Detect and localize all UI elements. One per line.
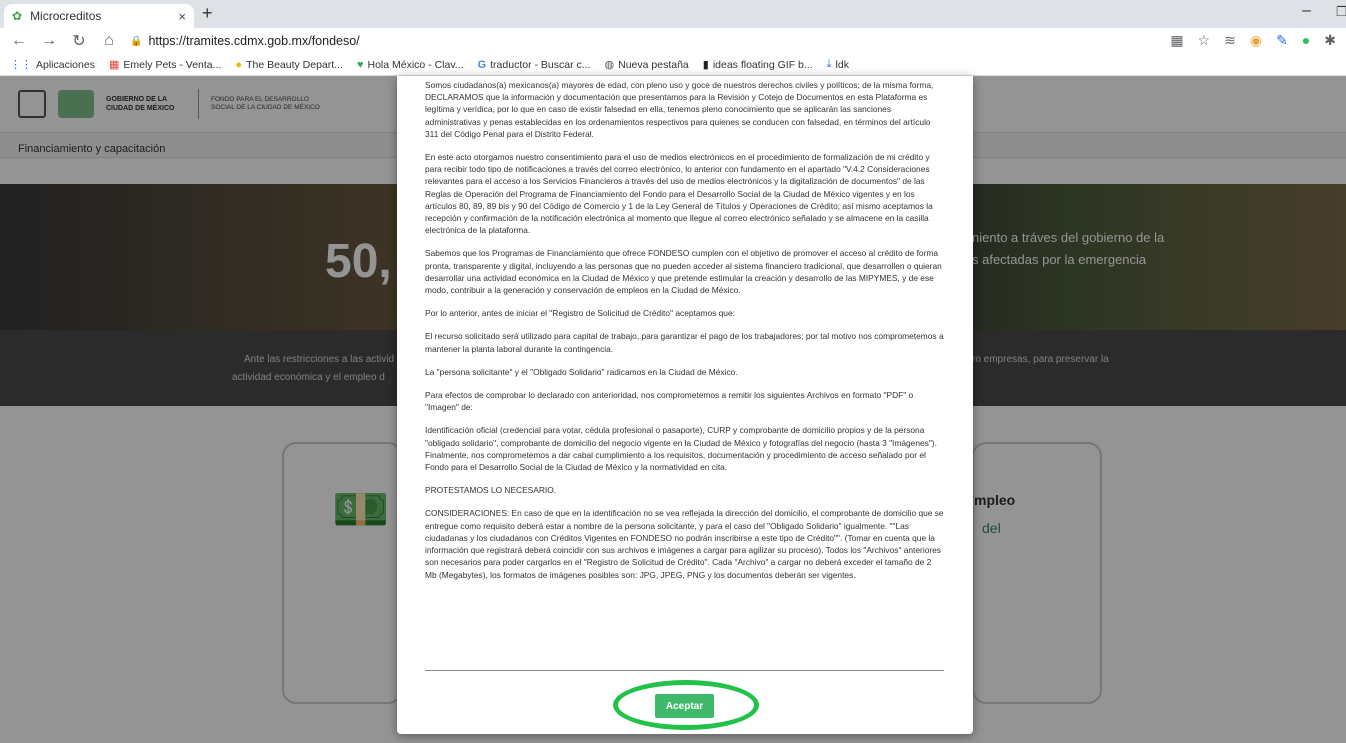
forward-icon[interactable]: → [38,32,60,50]
pen-icon[interactable]: ✎ [1276,32,1288,49]
window-minimize-button[interactable]: – [1302,2,1311,20]
qr-icon[interactable]: ▦ [1170,32,1183,49]
new-tab-button[interactable]: + [202,3,213,24]
terms-paragraph: CONSIDERACIONES: En caso de que en la id… [425,508,944,580]
store-icon: ▦ [108,59,120,71]
terms-paragraph: Identificación oficial (credencial para … [425,425,937,473]
terms-paragraph: Sabemos que los Programas de Financiamie… [425,248,942,296]
star-icon[interactable]: ☆ [1198,32,1211,49]
bookmark-beauty-depart[interactable]: ● The Beauty Depart... [235,59,343,71]
terms-paragraph: PROTESTAMOS LO NECESARIO. [425,485,557,496]
url-text: https://tramites.cdmx.gob.mx/fondeso/ [148,34,360,48]
reload-icon[interactable]: ↻ [68,31,90,51]
heart-icon: ♥ [356,58,364,71]
site-favicon-icon: ✿ [12,9,23,23]
terms-paragraph: Para efectos de comprobar lo declarado c… [425,390,914,413]
bookmark-apps[interactable]: ⋮⋮ Aplicaciones [10,58,95,72]
bookmarks-bar: ⋮⋮ Aplicaciones ▦ Emely Pets - Venta... ● T… [0,54,1346,76]
terms-paragraph: La "persona solicitante" y el "Obligado … [425,366,738,377]
terms-paragraph: El recurso solicitado será utilizado par… [425,331,944,354]
eye-icon[interactable]: ◉ [1250,32,1262,49]
download-icon: ⤓ [826,58,832,70]
url-field[interactable]: 🔒 https://tramites.cdmx.gob.mx/fondeso/ [130,34,360,48]
highlight-circle [613,680,759,730]
bookmark-traductor[interactable]: Gtraductor - Buscar c... [478,59,591,71]
lock-icon: 🔒 [130,35,143,47]
layers-icon[interactable]: ≋ [1224,32,1236,49]
tab-title: Microcreditos [30,9,102,23]
file-icon: ▮ [702,59,709,71]
terms-paragraph: Somos ciudadanos(a) mexicanos(a) mayores… [425,80,934,139]
address-bar: ← → ↻ ⌂ 🔒 https://tramites.cdmx.gob.mx/f… [0,28,1346,54]
home-icon[interactable]: ⌂ [98,32,120,50]
circle-icon: ● [235,58,243,71]
back-icon[interactable]: ← [8,32,30,50]
apps-icon: ⋮⋮ [10,59,32,71]
extension-icons: ▦ ☆ ≋ ◉ ✎ ● ✱ [1170,32,1336,49]
terms-modal: Somos ciudadanos(a) mexicanos(a) mayores… [397,76,973,734]
globe-icon: ◍ [604,59,615,71]
browser-tab[interactable]: ✿ Microcreditos × [4,4,194,28]
browser-tabbar: ✿ Microcreditos × + – ❐ [0,0,1346,28]
bookmark-ideas-gif[interactable]: ▮ ideas floating GIF b... [702,58,813,72]
bookmark-emely-pets[interactable]: ▦ Emely Pets - Venta... [108,58,221,72]
terms-paragraph: En este acto otorgamos nuestro consentim… [425,152,933,236]
tab-close-icon[interactable]: × [178,9,186,24]
google-icon: G [477,58,487,71]
window-maximize-button[interactable]: ❐ [1336,4,1346,20]
terms-text: Somos ciudadanos(a) mexicanos(a) mayores… [425,79,945,592]
bookmark-nueva-pestana[interactable]: ◍ Nueva pestaña [604,58,689,72]
bookmark-ldk[interactable]: ⤓ ldk [827,58,849,71]
evernote-icon[interactable]: ● [1302,32,1310,49]
terms-paragraph: Por lo anterior, antes de iniciar el "Re… [425,308,735,319]
puzzle-icon[interactable]: ✱ [1324,32,1336,49]
modal-divider [425,670,944,671]
bookmark-hola-mexico[interactable]: ♥ Hola México - Clav... [357,59,464,71]
